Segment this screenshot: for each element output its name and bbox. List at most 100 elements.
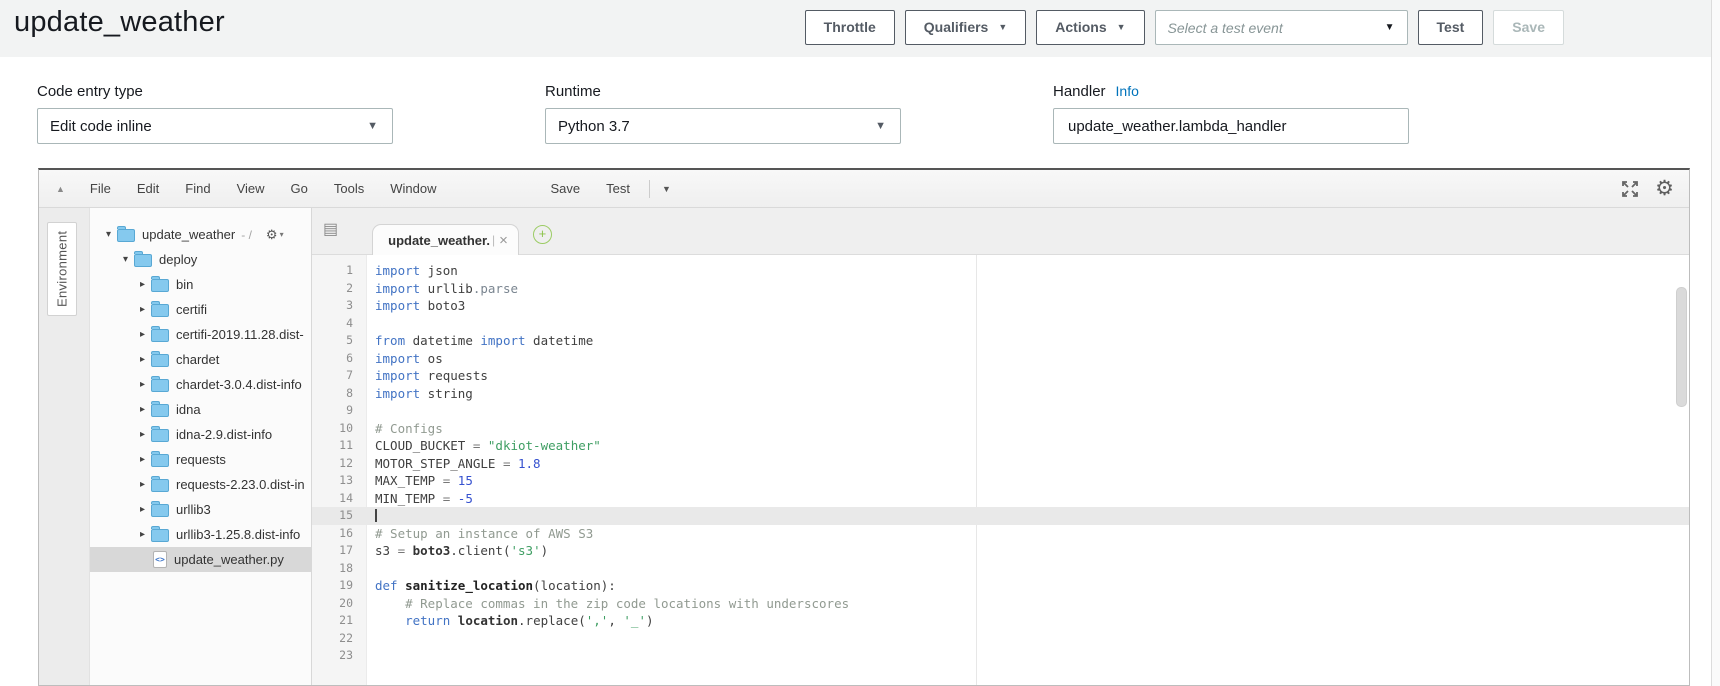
chevron-right-icon[interactable]: ▸ bbox=[136, 304, 149, 315]
code-line[interactable]: 19def sanitize_location(location): bbox=[312, 577, 1689, 595]
chevron-right-icon[interactable]: ▸ bbox=[136, 329, 149, 340]
collapse-editor-icon[interactable]: ▲ bbox=[56, 184, 65, 194]
code-line[interactable]: 13MAX_TEMP = 15 bbox=[312, 472, 1689, 490]
test-button[interactable]: Test bbox=[1418, 10, 1484, 45]
line-number: 19 bbox=[312, 577, 366, 595]
tree-item[interactable]: ▸certifi bbox=[90, 297, 311, 322]
code-line[interactable]: 1import json bbox=[312, 262, 1689, 280]
code-line[interactable]: 3import boto3 bbox=[312, 297, 1689, 315]
tree-item[interactable]: ▾update_weather- /⚙▾ bbox=[90, 222, 311, 247]
save-button[interactable]: Save bbox=[1493, 10, 1564, 45]
editor-tab-label: update_weather. bbox=[388, 233, 490, 248]
code-line[interactable]: 11CLOUD_BUCKET = "dkiot-weather" bbox=[312, 437, 1689, 455]
chevron-right-icon[interactable]: ▸ bbox=[136, 404, 149, 415]
tree-item[interactable]: ▸bin bbox=[90, 272, 311, 297]
tab-list-icon[interactable]: ▤ bbox=[323, 219, 338, 239]
code-line[interactable]: 5from datetime import datetime bbox=[312, 332, 1689, 350]
throttle-button[interactable]: Throttle bbox=[805, 10, 895, 45]
folder-icon bbox=[151, 404, 169, 417]
folder-icon bbox=[151, 279, 169, 292]
code-line[interactable]: 10# Configs bbox=[312, 420, 1689, 438]
line-number: 6 bbox=[312, 350, 366, 368]
code-area[interactable]: 1import json2import urllib.parse3import … bbox=[312, 255, 1689, 685]
tree-item[interactable]: ▸chardet-3.0.4.dist-info bbox=[90, 372, 311, 397]
header-actions: Throttle Qualifiers ▼ Actions ▼ Select a… bbox=[805, 10, 1564, 45]
chevron-right-icon[interactable]: ▸ bbox=[136, 529, 149, 540]
qualifiers-button[interactable]: Qualifiers ▼ bbox=[905, 10, 1027, 45]
editor-save-action[interactable]: Save bbox=[537, 181, 593, 196]
tree-item[interactable]: ▸certifi-2019.11.28.dist- bbox=[90, 322, 311, 347]
code-line[interactable]: 18 bbox=[312, 560, 1689, 578]
code-entry-select[interactable]: Edit code inline ▼ bbox=[37, 108, 393, 144]
chevron-right-icon[interactable]: ▸ bbox=[136, 504, 149, 515]
folder-icon bbox=[151, 429, 169, 442]
new-tab-button[interactable]: + bbox=[533, 225, 552, 244]
code-line[interactable]: 20 # Replace commas in the zip code loca… bbox=[312, 595, 1689, 613]
throttle-button-label: Throttle bbox=[824, 12, 876, 43]
tree-item[interactable]: ▸urllib3 bbox=[90, 497, 311, 522]
line-text: def sanitize_location(location): bbox=[366, 577, 616, 595]
page-scrollbar[interactable] bbox=[1711, 0, 1720, 686]
editor-test-action[interactable]: Test bbox=[593, 181, 643, 196]
chevron-down-icon[interactable]: ▾ bbox=[102, 229, 115, 240]
chevron-right-icon[interactable]: ▸ bbox=[136, 354, 149, 365]
tree-item[interactable]: <>update_weather.py bbox=[90, 547, 311, 572]
tree-item[interactable]: ▾ deploy bbox=[90, 247, 311, 272]
tree-item[interactable]: ▸idna bbox=[90, 397, 311, 422]
tree-item-label: update_weather bbox=[142, 227, 235, 242]
line-text: import requests bbox=[366, 367, 488, 385]
line-text bbox=[366, 315, 375, 333]
code-line[interactable]: 4 bbox=[312, 315, 1689, 333]
tree-item[interactable]: ▸ idna-2.9.dist-info bbox=[90, 422, 311, 447]
chevron-right-icon[interactable]: ▸ bbox=[136, 479, 149, 490]
code-line[interactable]: 17s3 = boto3.client('s3') bbox=[312, 542, 1689, 560]
code-line[interactable]: 7import requests bbox=[312, 367, 1689, 385]
tree-item[interactable]: ▸requests bbox=[90, 447, 311, 472]
chevron-down-icon[interactable]: ▾ bbox=[119, 254, 132, 265]
code-line[interactable]: 23 bbox=[312, 647, 1689, 665]
code-line[interactable]: 14MIN_TEMP = -5 bbox=[312, 490, 1689, 508]
runtime-value: Python 3.7 bbox=[558, 118, 630, 135]
menu-item-go[interactable]: Go bbox=[278, 181, 321, 196]
code-line[interactable]: 9 bbox=[312, 402, 1689, 420]
chevron-right-icon[interactable]: ▸ bbox=[136, 279, 149, 290]
tree-settings-gear-icon[interactable]: ⚙▾ bbox=[266, 227, 284, 243]
handler-input[interactable] bbox=[1066, 117, 1394, 136]
code-line[interactable]: 15 bbox=[312, 507, 1689, 525]
code-line[interactable]: 2import urllib.parse bbox=[312, 280, 1689, 298]
test-event-select[interactable]: Select a test event ▼ bbox=[1155, 10, 1408, 45]
menu-item-window[interactable]: Window bbox=[377, 181, 449, 196]
chevron-right-icon[interactable]: ▸ bbox=[136, 379, 149, 390]
settings-gear-icon[interactable]: ⚙ bbox=[1655, 178, 1674, 199]
code-line[interactable]: 6import os bbox=[312, 350, 1689, 368]
tree-item[interactable]: ▸requests-2.23.0.dist-in bbox=[90, 472, 311, 497]
code-line[interactable]: 8import string bbox=[312, 385, 1689, 403]
actions-button[interactable]: Actions ▼ bbox=[1036, 10, 1144, 45]
code-line[interactable]: 12MOTOR_STEP_ANGLE = 1.8 bbox=[312, 455, 1689, 473]
tree-item[interactable]: ▸ urllib3-1.25.8.dist-info bbox=[90, 522, 311, 547]
chevron-right-icon[interactable]: ▸ bbox=[136, 454, 149, 465]
menu-item-find[interactable]: Find bbox=[172, 181, 223, 196]
code-line[interactable]: 21 return location.replace(',', '_') bbox=[312, 612, 1689, 630]
tree-item-label: deploy bbox=[159, 252, 197, 267]
menu-item-edit[interactable]: Edit bbox=[124, 181, 172, 196]
editor-scrollbar-thumb[interactable] bbox=[1676, 287, 1687, 407]
code-line[interactable]: 22 bbox=[312, 630, 1689, 648]
tab-close-icon[interactable]: × bbox=[499, 232, 508, 249]
handler-info-link[interactable]: Info bbox=[1116, 83, 1139, 99]
code-line[interactable]: 16# Setup an instance of AWS S3 bbox=[312, 525, 1689, 543]
menu-item-tools[interactable]: Tools bbox=[321, 181, 377, 196]
code-file-icon: <> bbox=[153, 551, 167, 568]
environment-tab[interactable]: Environment bbox=[47, 222, 77, 316]
editor-tab-update-weather[interactable]: update_weather. | × bbox=[372, 224, 519, 255]
tree-item-label: idna-2.9.dist-info bbox=[176, 427, 272, 442]
menu-item-file[interactable]: File bbox=[77, 181, 124, 196]
test-options-caret-icon[interactable]: ▼ bbox=[662, 184, 671, 194]
chevron-right-icon[interactable]: ▸ bbox=[136, 429, 149, 440]
runtime-select[interactable]: Python 3.7 ▼ bbox=[545, 108, 901, 144]
menu-item-view[interactable]: View bbox=[224, 181, 278, 196]
actions-button-label: Actions bbox=[1055, 12, 1106, 43]
tree-item[interactable]: ▸chardet bbox=[90, 347, 311, 372]
fullscreen-icon[interactable] bbox=[1620, 179, 1640, 199]
tree-item-label: urllib3-1.25.8.dist-info bbox=[176, 527, 300, 542]
